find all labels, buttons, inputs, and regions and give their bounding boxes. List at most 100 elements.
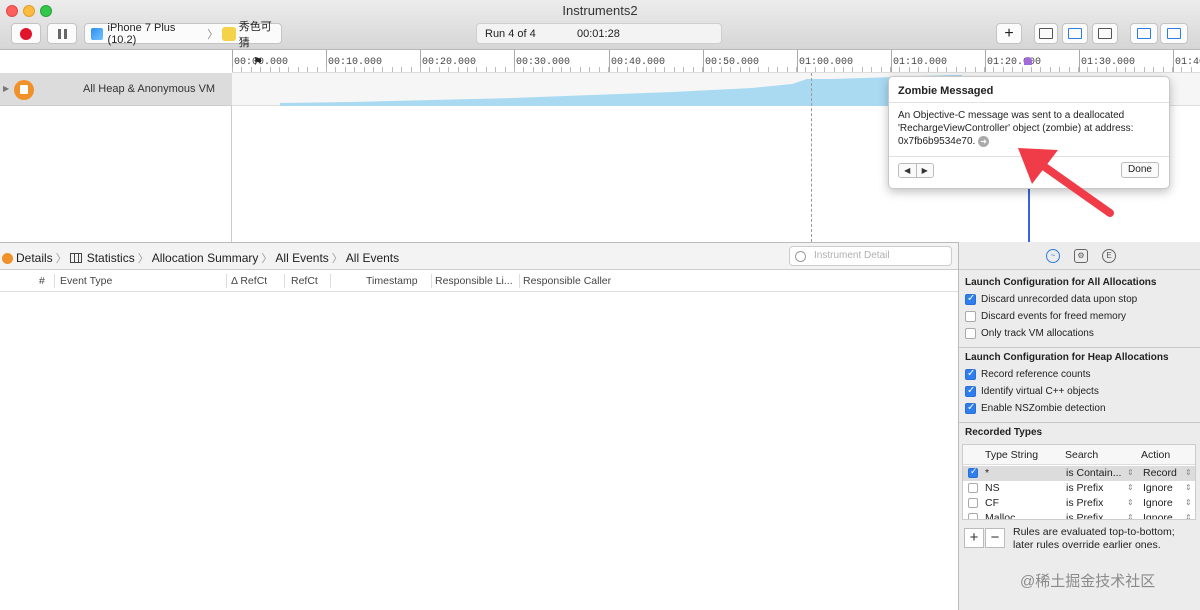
search-mode[interactable]: is Contain... <box>1066 467 1121 479</box>
popup-arrows-icon: ⇕ <box>1185 483 1192 492</box>
crumb-details[interactable]: Details <box>16 251 53 265</box>
column-search[interactable]: Search <box>1065 449 1098 461</box>
filter-placeholder: Instrument Detail <box>814 250 890 261</box>
ruler-minor-tick <box>984 67 985 72</box>
record-button[interactable] <box>11 23 41 44</box>
action-mode[interactable]: Record <box>1143 467 1177 479</box>
ruler-minor-tick <box>702 67 703 72</box>
ruler-minor-tick <box>1153 67 1154 72</box>
toggle-right-pane-button[interactable] <box>1160 23 1188 44</box>
checkbox-icon[interactable] <box>968 513 978 519</box>
timeline-ruler[interactable]: 00:00.000 00:10.000 00:20.000 00:30.000 … <box>232 50 1200 73</box>
action-mode[interactable]: Ignore <box>1143 497 1173 509</box>
ruler-minor-tick <box>251 67 252 72</box>
ruler-minor-tick <box>392 67 393 72</box>
chevron-right-icon: 〉 <box>207 28 219 41</box>
checkbox-identify-cpp[interactable]: Identify virtual C++ objects <box>965 385 1099 397</box>
crumb-all-events-current[interactable]: All Events <box>346 251 399 265</box>
column-responsible-caller[interactable]: Responsible Caller <box>523 275 611 287</box>
tick-label: 01:00.000 <box>799 57 854 68</box>
done-button[interactable]: Done <box>1121 162 1159 178</box>
recorded-types-table[interactable]: Type String Search Action * is Contain..… <box>962 444 1196 520</box>
list-view-button[interactable] <box>1062 23 1088 44</box>
add-type-button[interactable]: + <box>964 528 984 548</box>
column-responsible-library[interactable]: Responsible Li... <box>435 275 513 287</box>
target-selector[interactable]: iPhone 7 Plus (10.2) 〉 秀色可猜 <box>84 21 282 49</box>
ruler-minor-tick <box>288 67 289 72</box>
table-row[interactable]: Malloc is Prefix ⇕ Ignore ⇕ <box>963 511 1195 520</box>
checkbox-only-vm[interactable]: Only track VM allocations <box>965 328 1094 339</box>
type-string: NS <box>985 482 1000 494</box>
allocations-instrument-icon <box>14 80 34 100</box>
ruler-minor-tick <box>523 67 524 72</box>
column-timestamp[interactable]: Timestamp <box>366 275 418 287</box>
ruler-minor-tick <box>589 67 590 72</box>
popup-arrows-icon: ⇕ <box>1185 513 1192 520</box>
ruler-minor-tick <box>787 67 788 72</box>
column-event-type[interactable]: Event Type <box>60 275 112 287</box>
popup-arrows-icon: ⇕ <box>1185 468 1192 477</box>
toggle-bottom-pane-button[interactable] <box>1130 23 1158 44</box>
search-mode[interactable]: is Prefix <box>1066 482 1103 494</box>
search-mode[interactable]: is Prefix <box>1066 512 1103 519</box>
table-row[interactable]: CF is Prefix ⇕ Ignore ⇕ <box>963 496 1195 511</box>
previous-button[interactable]: ◀ <box>899 164 916 177</box>
checkbox-icon[interactable] <box>968 483 978 493</box>
column-refct[interactable]: RefCt <box>291 275 318 287</box>
checkbox-discard-freed[interactable]: Discard events for freed memory <box>965 311 1126 322</box>
section-all-allocations: Launch Configuration for All Allocations <box>965 277 1157 288</box>
crumb-statistics[interactable]: Statistics <box>87 251 135 265</box>
playhead-marker[interactable] <box>1024 57 1032 65</box>
extended-detail-icon[interactable]: E <box>1102 249 1116 263</box>
checkbox-label: Only track VM allocations <box>981 328 1094 339</box>
checkbox-record-refcounts[interactable]: Record reference counts <box>965 368 1091 380</box>
column-action[interactable]: Action <box>1141 449 1170 461</box>
ruler-minor-tick <box>881 67 882 72</box>
column-delta-refct[interactable]: Δ RefCt <box>231 275 267 287</box>
display-settings-icon[interactable]: ⚙ <box>1074 249 1088 263</box>
go-to-object-icon[interactable]: ➜ <box>978 135 990 147</box>
track-header[interactable]: ▶ All Heap & Anonymous VM <box>0 73 232 106</box>
remove-type-button[interactable]: − <box>985 528 1005 548</box>
disclosure-triangle-icon[interactable]: ▶ <box>3 84 9 93</box>
record-settings-icon[interactable]: ~ <box>1046 249 1060 263</box>
action-mode[interactable]: Ignore <box>1143 482 1173 494</box>
instrument-detail-filter[interactable]: Instrument Detail <box>789 246 952 266</box>
tick-label: 00:50.000 <box>705 57 760 68</box>
checkbox-discard-unrecorded[interactable]: Discard unrecorded data upon stop <box>965 293 1137 305</box>
next-button[interactable]: ▶ <box>915 164 933 177</box>
ruler-minor-tick <box>241 67 242 72</box>
search-mode[interactable]: is Prefix <box>1066 497 1103 509</box>
ruler-minor-tick <box>843 67 844 72</box>
checkbox-enable-nszombie[interactable]: Enable NSZombie detection <box>965 402 1106 414</box>
crumb-all-events[interactable]: All Events <box>275 251 328 265</box>
chevron-right-icon: 〉 <box>331 253 343 265</box>
column-index[interactable]: # <box>39 275 45 287</box>
app-icon <box>222 26 236 41</box>
checkbox-icon[interactable] <box>968 466 978 478</box>
ruler-minor-tick <box>899 67 900 72</box>
ruler-minor-tick <box>655 67 656 72</box>
pause-button[interactable] <box>47 23 77 44</box>
rules-note: Rules are evaluated top-to-bottom; later… <box>1013 526 1175 551</box>
ruler-minor-tick <box>683 67 684 72</box>
popup-arrows-icon: ⇕ <box>1127 513 1134 520</box>
recorded-types-header: Type String Search Action <box>963 445 1195 465</box>
tick-label: 01:40 <box>1175 57 1200 68</box>
ruler-minor-tick <box>1087 67 1088 72</box>
ruler-minor-tick <box>693 67 694 72</box>
grid-view-button[interactable] <box>1092 23 1118 44</box>
crumb-allocation-summary[interactable]: Allocation Summary <box>152 251 259 265</box>
events-table[interactable] <box>0 292 958 610</box>
track-list-empty <box>0 106 232 242</box>
checkbox-icon[interactable] <box>968 498 978 508</box>
ruler-minor-tick <box>918 67 919 72</box>
column-type-string[interactable]: Type String <box>985 449 1038 461</box>
type-string: CF <box>985 497 999 509</box>
table-row[interactable]: NS is Prefix ⇕ Ignore ⇕ <box>963 481 1195 496</box>
table-row[interactable]: * is Contain... ⇕ Record ⇕ <box>963 466 1195 481</box>
snapshot-button[interactable] <box>1034 23 1058 44</box>
add-instrument-button[interactable]: + <box>996 23 1022 44</box>
ruler-minor-tick <box>1069 67 1070 72</box>
action-mode[interactable]: Ignore <box>1143 512 1173 519</box>
